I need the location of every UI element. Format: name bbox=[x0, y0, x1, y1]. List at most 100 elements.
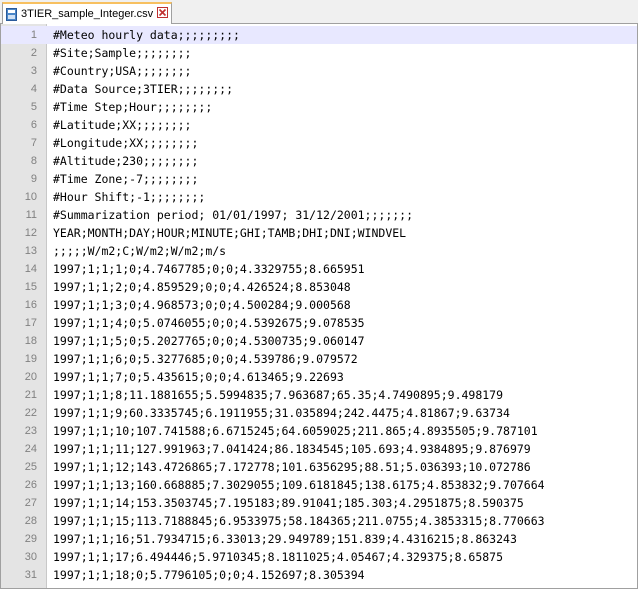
line-number: 8 bbox=[30, 155, 37, 167]
line-text[interactable]: #Summarization period; 01/01/1997; 31/12… bbox=[53, 206, 413, 224]
line-text[interactable]: 1997;1;1;3;0;4.968573;0;0;4.500284;9.000… bbox=[53, 296, 351, 314]
line-text[interactable]: #Altitude;230;;;;;;;; bbox=[53, 152, 198, 170]
line-number: 28 bbox=[24, 515, 37, 527]
line-number: 25 bbox=[24, 461, 37, 473]
editor-line[interactable]: 9 #Time Zone;-7;;;;;;;; bbox=[1, 170, 637, 188]
line-number: 22 bbox=[24, 407, 37, 419]
editor-line[interactable]: 10 #Hour Shift;-1;;;;;;;; bbox=[1, 188, 637, 206]
line-text[interactable]: 1997;1;1;5;0;5.2027765;0;0;4.5300735;9.0… bbox=[53, 332, 365, 350]
editor-line[interactable]: 1 #Meteo hourly data;;;;;;;;; bbox=[1, 26, 637, 44]
editor-line[interactable]: 3 #Country;USA;;;;;;;; bbox=[1, 62, 637, 80]
line-text[interactable]: 1997;1;1;14;153.3503745;7.195183;89.9104… bbox=[53, 494, 524, 512]
line-number: 11 bbox=[25, 209, 37, 221]
line-text[interactable]: 1997;1;1;4;0;5.0746055;0;0;4.5392675;9.0… bbox=[53, 314, 365, 332]
line-text[interactable]: 1997;1;1;9;60.3335745;6.1911955;31.03589… bbox=[53, 404, 510, 422]
file-icon bbox=[6, 7, 17, 21]
line-text[interactable]: 1997;1;1;16;51.7934715;6.33013;29.949789… bbox=[53, 530, 517, 548]
line-number: 13 bbox=[24, 245, 37, 257]
line-number: 14 bbox=[24, 263, 37, 275]
editor-line[interactable]: 23 1997;1;1;10;107.741588;6.6715245;64.60… bbox=[1, 422, 637, 440]
line-text[interactable]: 1997;1;1;1;0;4.7467785;0;0;4.3329755;8.6… bbox=[53, 260, 365, 278]
editor-line[interactable]: 29 1997;1;1;16;51.7934715;6.33013;29.9497… bbox=[1, 530, 637, 548]
line-text[interactable]: 1997;1;1;15;113.7188845;6.9533975;58.184… bbox=[53, 512, 545, 530]
editor-line[interactable]: 11 #Summarization period; 01/01/1997; 31/… bbox=[1, 206, 637, 224]
tab-3tier-sample-integer-csv[interactable]: 3TIER_sample_Integer.csv bbox=[2, 2, 172, 24]
line-number: 1 bbox=[30, 29, 37, 41]
editor-line[interactable]: 31 1997;1;1;18;0;5.7796105;0;0;4.152697;8… bbox=[1, 566, 637, 584]
line-text[interactable]: #Time Zone;-7;;;;;;;; bbox=[53, 170, 198, 188]
editor-line[interactable]: 12 YEAR;MONTH;DAY;HOUR;MINUTE;GHI;TAMB;DH… bbox=[1, 224, 637, 242]
close-icon[interactable] bbox=[157, 7, 168, 18]
line-text[interactable]: 1997;1;1;11;127.991963;7.041424;86.18345… bbox=[53, 440, 531, 458]
editor-line[interactable]: 25 1997;1;1;12;143.4726865;7.172778;101.6… bbox=[1, 458, 637, 476]
editor-line[interactable]: 20 1997;1;1;7;0;5.435615;0;0;4.613465;9.2… bbox=[1, 368, 637, 386]
editor-line[interactable]: 28 1997;1;1;15;113.7188845;6.9533975;58.1… bbox=[1, 512, 637, 530]
line-text[interactable]: #Data Source;3TIER;;;;;;;; bbox=[53, 80, 233, 98]
editor-line[interactable]: 21 1997;1;1;8;11.1881655;5.5994835;7.9636… bbox=[1, 386, 637, 404]
line-text[interactable]: YEAR;MONTH;DAY;HOUR;MINUTE;GHI;TAMB;DHI;… bbox=[53, 224, 406, 242]
line-number: 17 bbox=[24, 317, 37, 329]
line-text[interactable]: #Country;USA;;;;;;;; bbox=[53, 62, 191, 80]
editor-line[interactable]: 18 1997;1;1;5;0;5.2027765;0;0;4.5300735;9… bbox=[1, 332, 637, 350]
line-number: 23 bbox=[24, 425, 37, 437]
line-number: 31 bbox=[24, 569, 37, 581]
line-number: 18 bbox=[24, 335, 37, 347]
editor-line[interactable]: 14 1997;1;1;1;0;4.7467785;0;0;4.3329755;8… bbox=[1, 260, 637, 278]
line-number: 3 bbox=[30, 65, 37, 77]
editor-line[interactable]: 15 1997;1;1;2;0;4.859529;0;0;4.426524;8.8… bbox=[1, 278, 637, 296]
editor-line[interactable]: 8 #Altitude;230;;;;;;;; bbox=[1, 152, 637, 170]
editor-line[interactable]: 2 #Site;Sample;;;;;;;; bbox=[1, 44, 637, 62]
editor-line[interactable]: 7 #Longitude;XX;;;;;;;; bbox=[1, 134, 637, 152]
line-text[interactable]: #Time Step;Hour;;;;;;;; bbox=[53, 98, 212, 116]
line-number: 7 bbox=[30, 137, 37, 149]
tab-bar: 3TIER_sample_Integer.csv bbox=[0, 0, 638, 24]
line-number: 20 bbox=[24, 371, 37, 383]
line-text[interactable]: 1997;1;1;12;143.4726865;7.172778;101.635… bbox=[53, 458, 531, 476]
line-number: 12 bbox=[24, 227, 37, 239]
line-text[interactable]: #Site;Sample;;;;;;;; bbox=[53, 44, 191, 62]
line-text[interactable]: 1997;1;1;8;11.1881655;5.5994835;7.963687… bbox=[53, 386, 503, 404]
line-number: 4 bbox=[30, 83, 37, 95]
editor-line[interactable]: 27 1997;1;1;14;153.3503745;7.195183;89.91… bbox=[1, 494, 637, 512]
editor-line[interactable]: 16 1997;1;1;3;0;4.968573;0;0;4.500284;9.0… bbox=[1, 296, 637, 314]
line-number: 6 bbox=[30, 119, 37, 131]
editor-line[interactable]: 22 1997;1;1;9;60.3335745;6.1911955;31.035… bbox=[1, 404, 637, 422]
line-text[interactable]: 1997;1;1;7;0;5.435615;0;0;4.613465;9.226… bbox=[53, 368, 344, 386]
line-number: 27 bbox=[24, 497, 37, 509]
line-text[interactable]: 1997;1;1;10;107.741588;6.6715245;64.6059… bbox=[53, 422, 538, 440]
line-text[interactable]: 1997;1;1;13;160.668885;7.3029055;109.618… bbox=[53, 476, 545, 494]
line-number: 30 bbox=[24, 551, 37, 563]
editor-line[interactable]: 26 1997;1;1;13;160.668885;7.3029055;109.6… bbox=[1, 476, 637, 494]
editor-line[interactable]: 30 1997;1;1;17;6.494446;5.9710345;8.18110… bbox=[1, 548, 637, 566]
line-text[interactable]: #Hour Shift;-1;;;;;;;; bbox=[53, 188, 205, 206]
line-number: 2 bbox=[30, 47, 37, 59]
editor-line[interactable]: 6 #Latitude;XX;;;;;;;; bbox=[1, 116, 637, 134]
line-number: 19 bbox=[24, 353, 37, 365]
editor-line[interactable]: 17 1997;1;1;4;0;5.0746055;0;0;4.5392675;9… bbox=[1, 314, 637, 332]
line-number: 29 bbox=[24, 533, 37, 545]
line-text[interactable]: 1997;1;1;2;0;4.859529;0;0;4.426524;8.853… bbox=[53, 278, 351, 296]
editor-line[interactable]: 19 1997;1;1;6;0;5.3277685;0;0;4.539786;9.… bbox=[1, 350, 637, 368]
editor-line[interactable]: 13 ;;;;;W/m2;C;W/m2;W/m2;m/s bbox=[1, 242, 637, 260]
editor-line[interactable]: 24 1997;1;1;11;127.991963;7.041424;86.183… bbox=[1, 440, 637, 458]
line-text[interactable]: #Longitude;XX;;;;;;;; bbox=[53, 134, 198, 152]
line-number: 26 bbox=[24, 479, 37, 491]
line-text[interactable]: #Latitude;XX;;;;;;;; bbox=[53, 116, 191, 134]
text-editor[interactable]: 1 #Meteo hourly data;;;;;;;;; 2 #Site;Sampl… bbox=[0, 24, 638, 589]
editor-line[interactable]: 5 #Time Step;Hour;;;;;;;; bbox=[1, 98, 637, 116]
line-text[interactable]: 1997;1;1;17;6.494446;5.9710345;8.1811025… bbox=[53, 548, 503, 566]
line-number: 16 bbox=[24, 299, 37, 311]
line-number: 5 bbox=[30, 101, 37, 113]
tab-label: 3TIER_sample_Integer.csv bbox=[21, 8, 154, 20]
line-text[interactable]: 1997;1;1;18;0;5.7796105;0;0;4.152697;8.3… bbox=[53, 566, 365, 584]
line-number: 15 bbox=[24, 281, 37, 293]
editor-line[interactable]: 4 #Data Source;3TIER;;;;;;;; bbox=[1, 80, 637, 98]
line-text[interactable]: 1997;1;1;6;0;5.3277685;0;0;4.539786;9.07… bbox=[53, 350, 358, 368]
line-number: 10 bbox=[24, 191, 37, 203]
line-text[interactable]: ;;;;;W/m2;C;W/m2;W/m2;m/s bbox=[53, 242, 226, 260]
editor-lines: 1 #Meteo hourly data;;;;;;;;; 2 #Site;Sampl… bbox=[1, 26, 637, 584]
line-number: 24 bbox=[24, 443, 37, 455]
line-number: 21 bbox=[24, 389, 37, 401]
line-text[interactable]: #Meteo hourly data;;;;;;;;; bbox=[53, 26, 240, 44]
line-number: 9 bbox=[30, 173, 37, 185]
